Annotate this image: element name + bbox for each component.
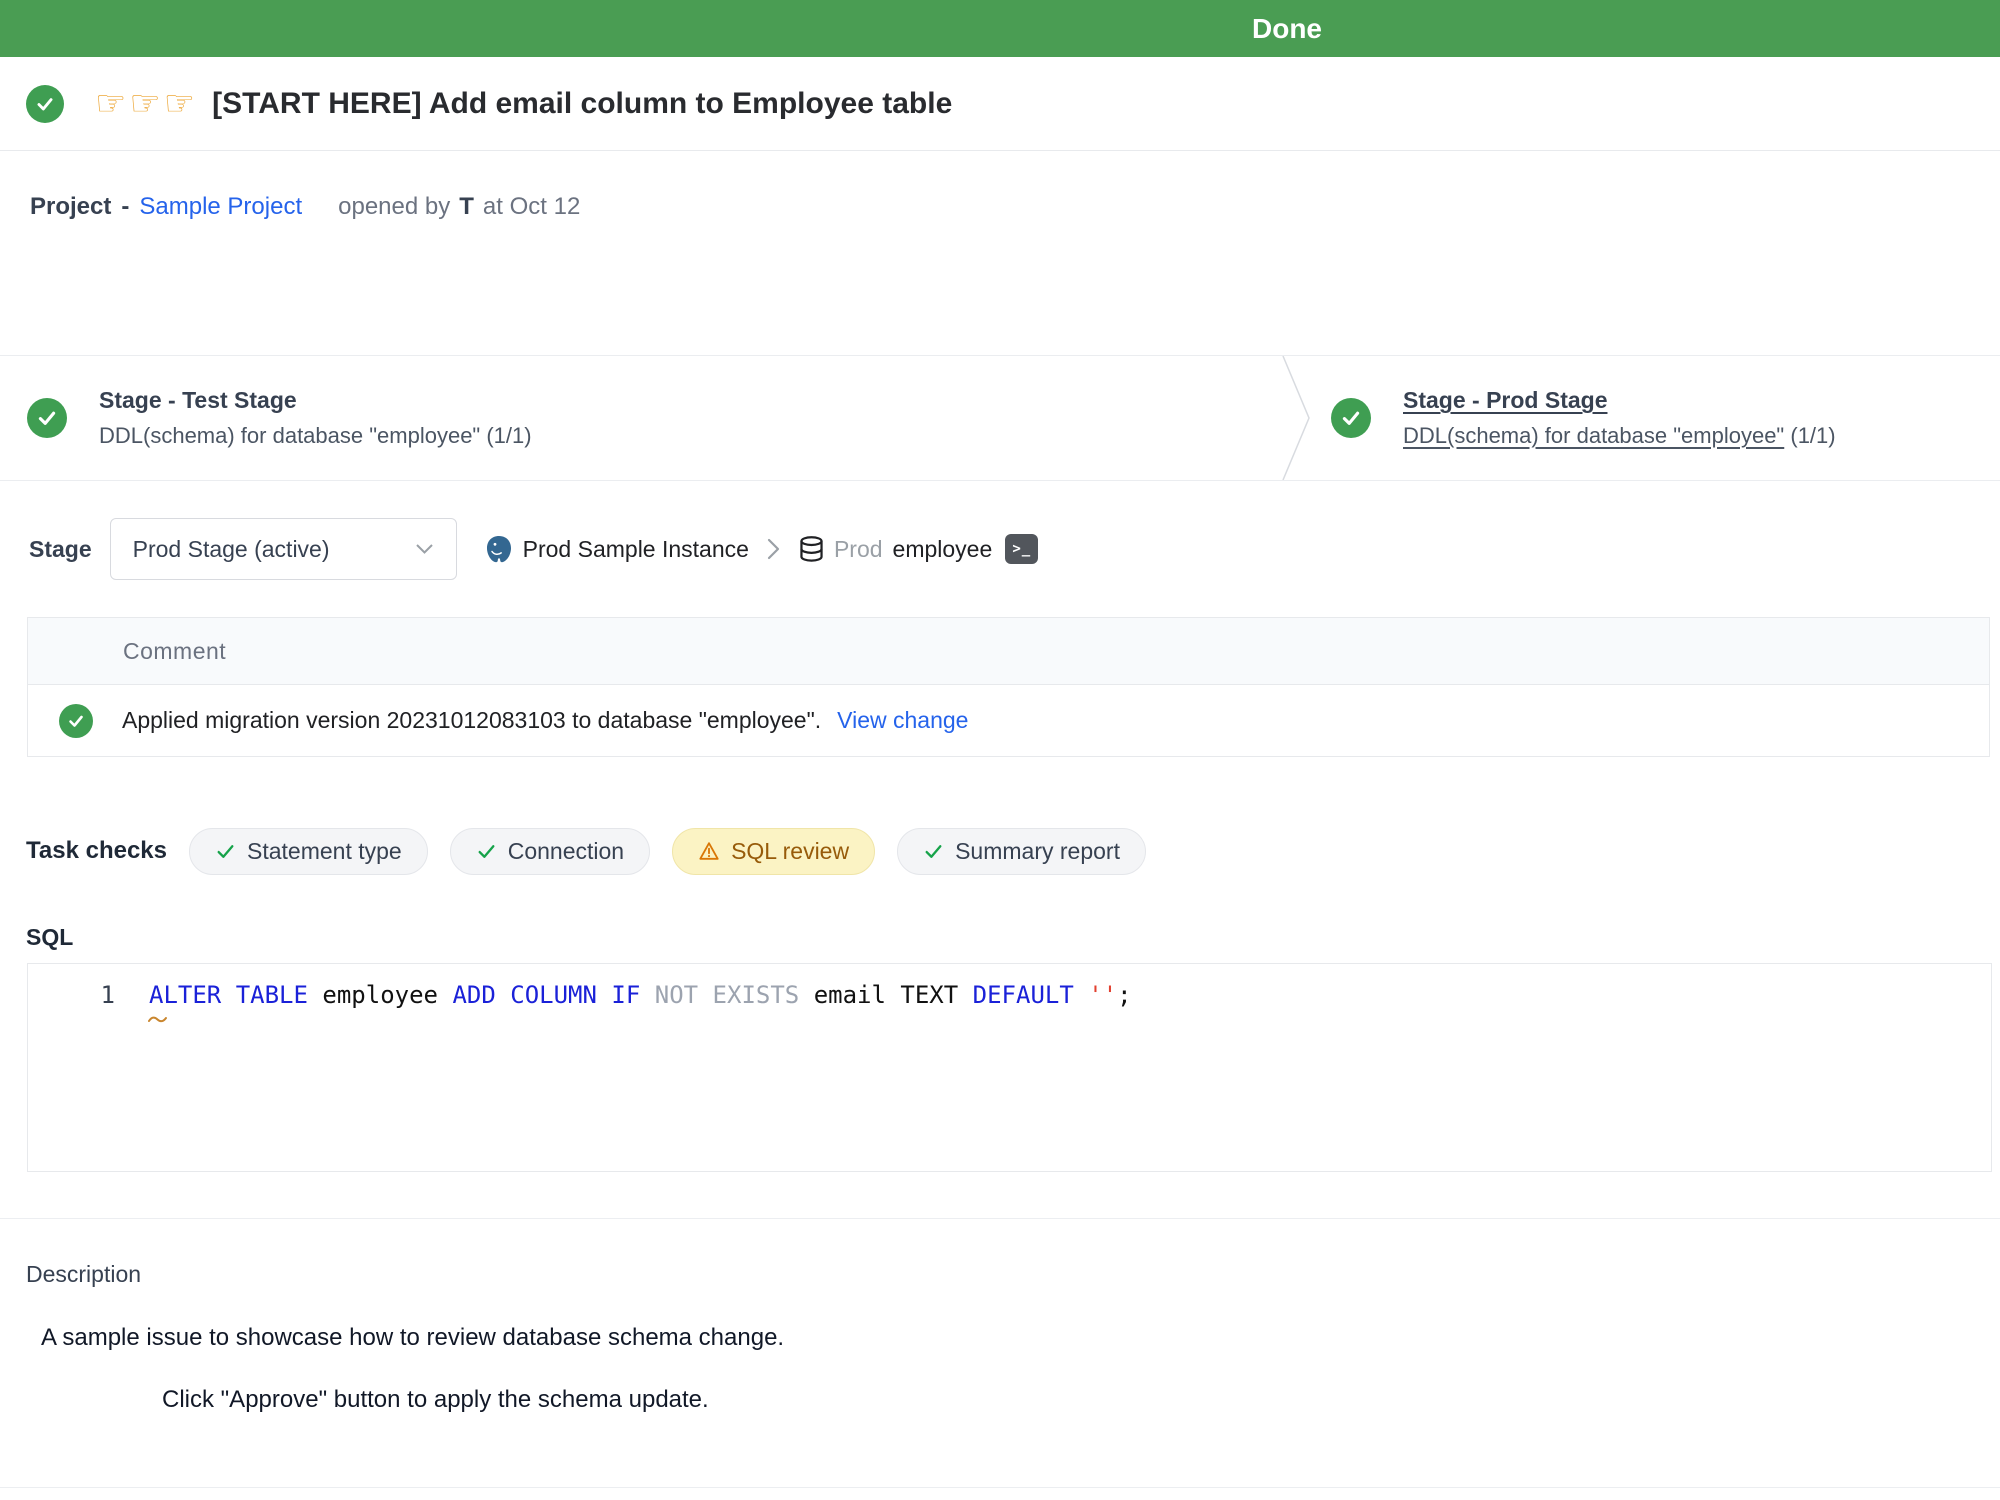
pointing-right-icons <box>95 84 198 124</box>
stage-separator-chevron <box>1282 356 1312 480</box>
stage-subtitle: DDL(schema) for database "employee" (1/1… <box>99 423 532 449</box>
opened-at-text: at Oct 12 <box>483 193 580 221</box>
stage-selector-label: Stage <box>29 536 92 563</box>
breadcrumb-database-link[interactable]: employee <box>893 536 993 563</box>
sql-token <box>1074 981 1088 1009</box>
stage-test-stage[interactable]: Stage - Test Stage DDL(schema) for datab… <box>27 356 532 480</box>
check-pill-summary-report[interactable]: Summary report <box>897 828 1146 875</box>
pointing-right-icon <box>164 84 198 123</box>
check-icon <box>476 841 497 862</box>
sql-line-number: 1 <box>28 980 115 1010</box>
check-pill-sql-review[interactable]: SQL review <box>672 828 875 875</box>
status-banner: Done <box>0 0 2000 57</box>
description-section: Description A sample issue to showcase h… <box>0 1218 2000 1487</box>
project-link[interactable]: Sample Project <box>139 193 302 221</box>
stage-success-check-icon <box>1331 398 1371 438</box>
sql-section-label: SQL <box>26 924 73 951</box>
check-icon <box>923 841 944 862</box>
sql-token: ADD COLUMN IF <box>452 981 640 1009</box>
pointing-right-icon <box>129 84 163 123</box>
sql-code: ALTER TABLE employee ADD COLUMN IF NOT E… <box>149 980 1132 1010</box>
check-pill-label: SQL review <box>731 838 849 865</box>
stage-selector-row: Stage Prod Stage (active) Prod Sample In… <box>0 481 2000 617</box>
project-dash: - <box>121 193 129 221</box>
sql-token <box>640 981 654 1009</box>
opener-name: T <box>459 193 474 221</box>
sql-token: '' <box>1088 981 1117 1009</box>
breadcrumb-instance-link[interactable]: Prod Sample Instance <box>523 536 749 563</box>
sql-editor[interactable]: 1 ALTER TABLE employee ADD COLUMN IF NOT… <box>27 963 1992 1172</box>
sql-warning-squiggle-icon <box>148 1014 168 1024</box>
project-row: Project - Sample Project opened by T at … <box>0 151 2000 263</box>
bottom-divider <box>0 1487 2000 1488</box>
warning-triangle-icon <box>698 840 720 862</box>
issue-title: [START HERE] Add email column to Employe… <box>212 87 952 121</box>
sql-token: employee <box>308 981 453 1009</box>
issue-header: [START HERE] Add email column to Employe… <box>0 57 2000 151</box>
task-checks-row: Task checks Statement type Connection SQ… <box>0 812 2000 890</box>
stage-success-check-icon <box>27 398 67 438</box>
project-label: Project <box>30 193 111 221</box>
postgresql-icon <box>485 535 513 563</box>
pointing-right-icon <box>95 84 129 123</box>
database-breadcrumb: Prod Sample Instance Prod employee <box>457 534 1039 564</box>
sql-token: ; <box>1117 981 1131 1009</box>
description-label: Description <box>26 1261 2000 1288</box>
comment-section: Comment Applied migration version 202310… <box>27 617 1990 757</box>
chevron-down-icon <box>415 543 434 555</box>
comment-header-label: Comment <box>123 638 226 665</box>
stage-title: Stage - Test Stage <box>99 387 532 414</box>
comment-text: Applied migration version 20231012083103… <box>122 707 821 734</box>
description-line: A sample issue to showcase how to review… <box>41 1324 2000 1352</box>
open-sql-editor-icon[interactable] <box>1005 534 1038 564</box>
sql-token: ALTER TABLE <box>149 981 308 1009</box>
sql-token: DEFAULT <box>973 981 1074 1009</box>
check-pill-label: Connection <box>508 838 624 865</box>
comment-header: Comment <box>28 618 1989 685</box>
sql-token: email TEXT <box>799 981 972 1009</box>
sql-line: 1 ALTER TABLE employee ADD COLUMN IF NOT… <box>28 964 1991 1010</box>
check-pill-label: Statement type <box>247 838 402 865</box>
stage-select-value: Prod Stage (active) <box>133 536 330 563</box>
check-pill-label: Summary report <box>955 838 1120 865</box>
task-checks-label: Task checks <box>26 837 167 865</box>
stage-prod-stage[interactable]: Stage - Prod Stage DDL(schema) for datab… <box>1331 356 1836 480</box>
breadcrumb-environment: Prod <box>834 536 883 563</box>
stage-select-dropdown[interactable]: Prod Stage (active) <box>110 518 457 580</box>
status-banner-label: Done <box>1252 13 1322 45</box>
database-icon <box>798 535 825 564</box>
stage-subtitle-link[interactable]: DDL(schema) for database "employee" <box>1403 423 1784 448</box>
stage-band: Stage - Test Stage DDL(schema) for datab… <box>0 355 2000 481</box>
comment-success-check-icon <box>59 704 93 738</box>
view-change-link[interactable]: View change <box>837 707 968 734</box>
opened-by-text: opened by <box>338 193 450 221</box>
stage-subtitle-count: (1/1) <box>1784 423 1835 448</box>
check-icon <box>215 841 236 862</box>
chevron-right-icon <box>767 538 780 560</box>
sql-token: NOT EXISTS <box>655 981 800 1009</box>
stage-title-link[interactable]: Stage - Prod Stage <box>1403 387 1836 414</box>
comment-row: Applied migration version 20231012083103… <box>28 685 1989 756</box>
issue-done-check-icon <box>26 85 64 123</box>
description-line: Click "Approve" button to apply the sche… <box>162 1386 2000 1414</box>
check-pill-statement-type[interactable]: Statement type <box>189 828 428 875</box>
check-pill-connection[interactable]: Connection <box>450 828 650 875</box>
